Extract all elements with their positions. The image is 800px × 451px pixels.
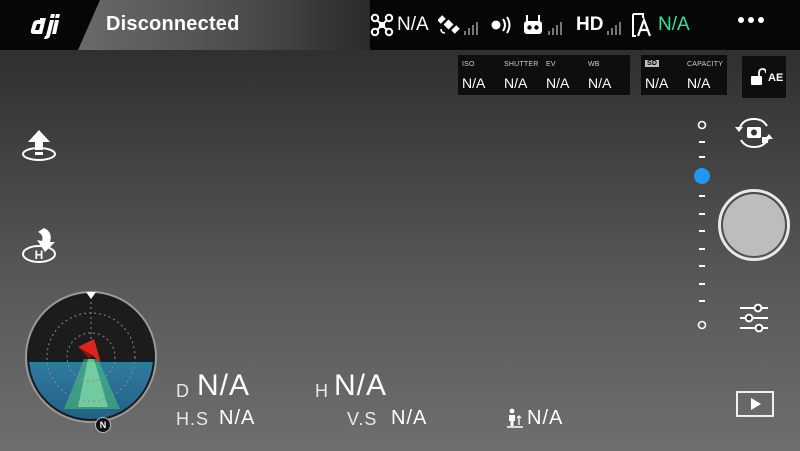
takeoff-button[interactable]	[20, 128, 58, 164]
vps-height-icon	[507, 408, 523, 428]
vision-signal-icon	[491, 16, 511, 34]
svg-text:H: H	[35, 248, 44, 262]
ev-label: EV	[546, 61, 556, 68]
sd-card-icon: SD	[645, 60, 660, 67]
playback-button[interactable]	[736, 390, 774, 418]
height-value: N/A	[334, 369, 388, 402]
distance-value: N/A	[197, 369, 251, 402]
return-home-button[interactable]: H	[20, 226, 60, 266]
hspeed-label: H.S	[176, 409, 210, 429]
remote-controller-icon	[524, 15, 542, 34]
ev-value: N/A	[546, 75, 570, 91]
shutter-label: SHUTTER	[504, 61, 539, 68]
connection-status[interactable]: Disconnected	[106, 13, 240, 36]
battery-status[interactable]: N/A	[630, 8, 690, 42]
shutter-button[interactable]	[723, 194, 785, 256]
wb-label: WB	[588, 61, 600, 68]
distance-label: D	[176, 381, 190, 401]
storage-panel[interactable]: SD N/A CAPACITY N/A	[641, 55, 727, 95]
unlock-icon	[751, 68, 766, 85]
capacity-label: CAPACITY	[687, 61, 724, 68]
sd-value: N/A	[645, 75, 669, 91]
height-label: H	[315, 381, 329, 401]
gimbal-slider-thumb[interactable]	[694, 168, 710, 184]
dot-icon	[748, 17, 754, 23]
remote-controller-signal[interactable]	[522, 8, 562, 42]
hspeed-value: N/A	[219, 407, 256, 429]
vspeed-label: V.S	[347, 409, 378, 429]
iso-value: N/A	[462, 75, 486, 91]
aircraft-status[interactable]: N/A	[370, 8, 429, 42]
ae-label: AE	[768, 72, 784, 84]
hd-label: HD	[576, 14, 604, 35]
satellite-icon	[438, 15, 460, 34]
camera-mode-switch-button[interactable]	[733, 116, 775, 150]
shutter-value: N/A	[504, 75, 528, 91]
north-indicator: N	[95, 417, 111, 433]
gps-signal[interactable]	[438, 8, 478, 42]
more-options-button[interactable]	[738, 17, 764, 23]
hd-signal-bars	[607, 21, 622, 35]
gps-signal-bars	[464, 21, 478, 35]
aircraft-value: N/A	[397, 14, 429, 35]
vspeed-value: N/A	[391, 407, 428, 429]
camera-settings-button[interactable]	[738, 302, 770, 334]
aircraft-icon	[370, 13, 394, 37]
wb-value: N/A	[588, 75, 612, 91]
exposure-settings-panel[interactable]: ISO N/A SHUTTER N/A EV N/A WB N/A	[458, 55, 630, 95]
dji-logo	[30, 14, 60, 39]
battery-icon	[632, 13, 652, 37]
vision-system-status[interactable]	[489, 8, 517, 42]
rc-signal-bars	[548, 21, 562, 35]
dot-icon	[758, 17, 764, 23]
hd-video-signal[interactable]: HD	[576, 8, 622, 42]
capacity-value: N/A	[687, 75, 711, 91]
vps-value: N/A	[527, 407, 564, 429]
iso-label: ISO	[462, 61, 475, 68]
battery-value: N/A	[658, 14, 690, 35]
gimbal-pitch-slider[interactable]	[692, 118, 712, 330]
attitude-radar[interactable]	[22, 287, 162, 432]
dot-icon	[738, 17, 744, 23]
north-label: N	[99, 420, 107, 430]
